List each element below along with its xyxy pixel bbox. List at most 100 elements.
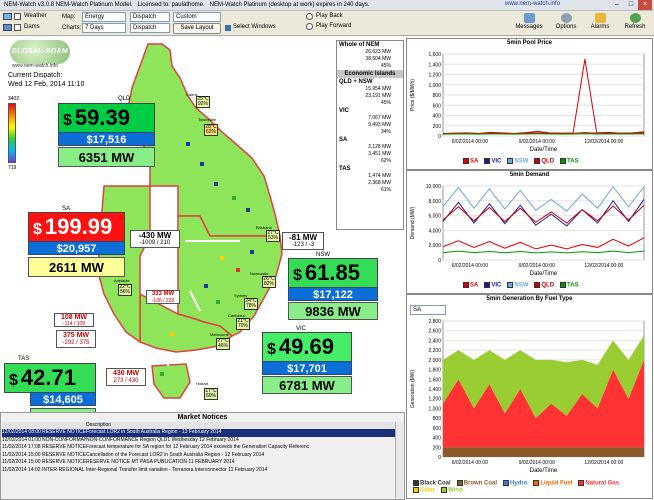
weather-tag-brisbane[interactable]: 27°C 53%: [266, 230, 280, 242]
weather-tag-newcastle[interactable]: 26°C 82%: [262, 276, 276, 288]
murraylink-flow-box[interactable]: 375 MW -292 / 375: [56, 330, 96, 348]
generation-panel: 5min Generation By Fuel Type SA 0 200 400 6…: [406, 294, 653, 499]
legend-swatch: [503, 480, 510, 486]
basslink-flow-limits: 273 / 430: [113, 378, 139, 384]
weather-tag-canberra[interactable]: 21°C 70%: [236, 318, 250, 330]
weather-tag-melbourne[interactable]: 27°C 46%: [216, 338, 230, 350]
sa-price-box[interactable]: $199.99: [28, 212, 125, 242]
legend-item[interactable]: Black Coal: [413, 480, 451, 487]
dams-checkbox[interactable]: [14, 24, 21, 31]
legend-swatch: [533, 480, 540, 486]
weather-checkbox[interactable]: [14, 13, 21, 20]
vic-nsw-flow-box[interactable]: 333 MW -136 / 233: [146, 290, 180, 304]
legend-item[interactable]: Natural Gas: [578, 480, 619, 487]
map-select[interactable]: Energy: [82, 12, 126, 22]
notice-row[interactable]: 11/02/2014 15:00RESERVE NOTICECancellati…: [2, 452, 395, 460]
messages-button[interactable]: Messages: [514, 13, 544, 33]
select-windows-button[interactable]: Select Windows: [233, 24, 276, 30]
nsw-cumulative-price: $17,122: [288, 287, 378, 301]
pool-price-legend: SA VIC NSW QLD TAS: [463, 158, 585, 165]
nsw-price: $61.85: [289, 259, 377, 287]
stats-value: 7,067 MW: [368, 115, 391, 121]
refresh-button[interactable]: Refresh: [620, 13, 650, 33]
weather-tag-cairns[interactable]: 25°C 92%: [196, 96, 210, 108]
dispatch-select-2[interactable]: Dispatch: [130, 23, 170, 33]
notice-row[interactable]: 12/02/2014 01:00NON-CONFORMANCENON-CONFO…: [2, 437, 395, 445]
notice-row[interactable]: 12/02/2014 08:00RESERVE NOTICEForecast L…: [2, 429, 395, 437]
legend-item[interactable]: TAS: [560, 282, 579, 289]
notices-title: Market Notices: [177, 414, 228, 421]
legend-item[interactable]: Hydro: [503, 480, 527, 487]
pool-price-chart[interactable]: 0 200 400 600 800 1,000 1,200 1,400 1,600 6/02/20…: [407, 48, 652, 158]
custom-select[interactable]: Custom: [173, 12, 221, 22]
stats-value: 2,368 MW: [368, 180, 391, 186]
y-tick-label: 0: [438, 134, 441, 140]
demand-chart[interactable]: 0 2,000 4,000 6,000 8,000 10,000 6/02/2014 00:…: [407, 180, 652, 282]
close-icon[interactable]: ×: [638, 0, 652, 10]
legend-item[interactable]: TAS: [560, 158, 579, 165]
vic-demand: 6781 MW: [262, 376, 352, 394]
notices-scrollbar[interactable]: [395, 422, 403, 498]
legend-item[interactable]: NSW: [507, 158, 528, 165]
plot-area: [442, 185, 645, 261]
weather-tag-adelaide[interactable]: 22°C 56%: [118, 284, 132, 296]
qni-flow-limits: -1009 / 210: [139, 240, 171, 246]
basslink-flow-box[interactable]: 430 MW 273 / 430: [106, 368, 146, 386]
dispatch-select[interactable]: Dispatch: [130, 12, 170, 22]
x-tick-label: 12/02/2014 00:00: [584, 263, 623, 269]
legend-item[interactable]: NSW: [507, 282, 528, 289]
weather-tag-sydney[interactable]: 24°C 78%: [244, 298, 258, 310]
legend-item[interactable]: VIC: [484, 158, 501, 165]
legend-item[interactable]: QLD: [534, 282, 554, 289]
charts-select[interactable]: 7 Days: [82, 23, 126, 33]
website-link[interactable]: www.nem-watch.info: [505, 1, 560, 7]
stats-value: 34%: [380, 129, 391, 135]
maximize-icon[interactable]: □: [624, 0, 638, 10]
notice-row[interactable]: 11/02/2014 17:08RESERVE NOTICEForecast t…: [2, 444, 395, 452]
nsw-qld-flow-box[interactable]: -81 MW -123 / -3: [282, 232, 324, 250]
legend-item[interactable]: QLD: [534, 158, 554, 165]
play-forward-radio[interactable]: [306, 23, 313, 30]
stats-value: 23,191 MW: [365, 93, 391, 99]
legend-item[interactable]: SA: [463, 282, 478, 289]
qld-price: $59.39: [59, 104, 154, 132]
notice-desc: RESERVE NOTICE MT PASA PUBLICATION 11 FE…: [86, 459, 235, 465]
nsw-demand: 9836 MW: [288, 302, 378, 320]
map-region-tas: [151, 363, 191, 399]
qni-flow-box[interactable]: -430 MW -1009 / 210: [130, 230, 180, 248]
generation-chart[interactable]: 0 200 400 600 800 1,000 1,200 1,400 1,600 1,800 2,…: [407, 315, 652, 479]
legend-item[interactable]: Solar: [413, 486, 435, 493]
options-button[interactable]: Options: [553, 13, 579, 33]
weather-tag-townsville[interactable]: 28°C 62%: [204, 124, 218, 136]
weather-tag-hobart[interactable]: 17°C 60%: [204, 388, 218, 400]
legend-label: Hydro: [510, 480, 528, 487]
vic-sa-flow-box[interactable]: 108 MW -114 / 109: [54, 313, 94, 327]
vic-price-box[interactable]: $49.69: [262, 332, 352, 362]
station-marker: [214, 182, 218, 186]
notice-row[interactable]: 11/02/2014 15:00RESERVE NOTICERESERVE NO…: [2, 459, 395, 467]
generation-region-select[interactable]: SA: [410, 305, 446, 315]
nsw-price-box[interactable]: $61.85: [288, 258, 378, 288]
legend-item[interactable]: Brown Coal: [456, 480, 497, 487]
minimize-icon[interactable]: –: [610, 0, 624, 10]
legend-item[interactable]: VIC: [484, 282, 501, 289]
alarms-button[interactable]: Alarms: [588, 13, 612, 33]
legend-item[interactable]: Wind: [441, 486, 463, 493]
sa-cumulative-price: $20,957: [28, 241, 125, 255]
license-text: Licensed to: paulathome.: [137, 2, 205, 8]
demand-legend: SA VIC NSW QLD TAS: [463, 282, 585, 289]
alarms-label: Alarms: [590, 24, 610, 30]
vic-sa-flow-limits: -114 / 109: [62, 321, 86, 327]
legend-swatch: [463, 158, 469, 164]
legend-label: Liquid Fuel: [540, 480, 573, 487]
legend-item[interactable]: Liquid Fuel: [533, 480, 572, 487]
tas-price-box[interactable]: $42.71: [4, 363, 96, 393]
legend-swatch: [560, 282, 567, 288]
notices-table: 12/02/2014 08:00RESERVE NOTICEForecast L…: [2, 429, 395, 474]
station-marker: [160, 372, 164, 376]
legend-item[interactable]: SA: [463, 158, 478, 165]
play-back-radio[interactable]: [306, 13, 313, 20]
qld-price-box[interactable]: $59.39: [58, 103, 155, 133]
notice-row[interactable]: 11/02/2014 14:02INTER-REGIONAL TRANSFERI…: [2, 467, 395, 475]
save-layout-button[interactable]: Save Layout: [173, 23, 221, 34]
